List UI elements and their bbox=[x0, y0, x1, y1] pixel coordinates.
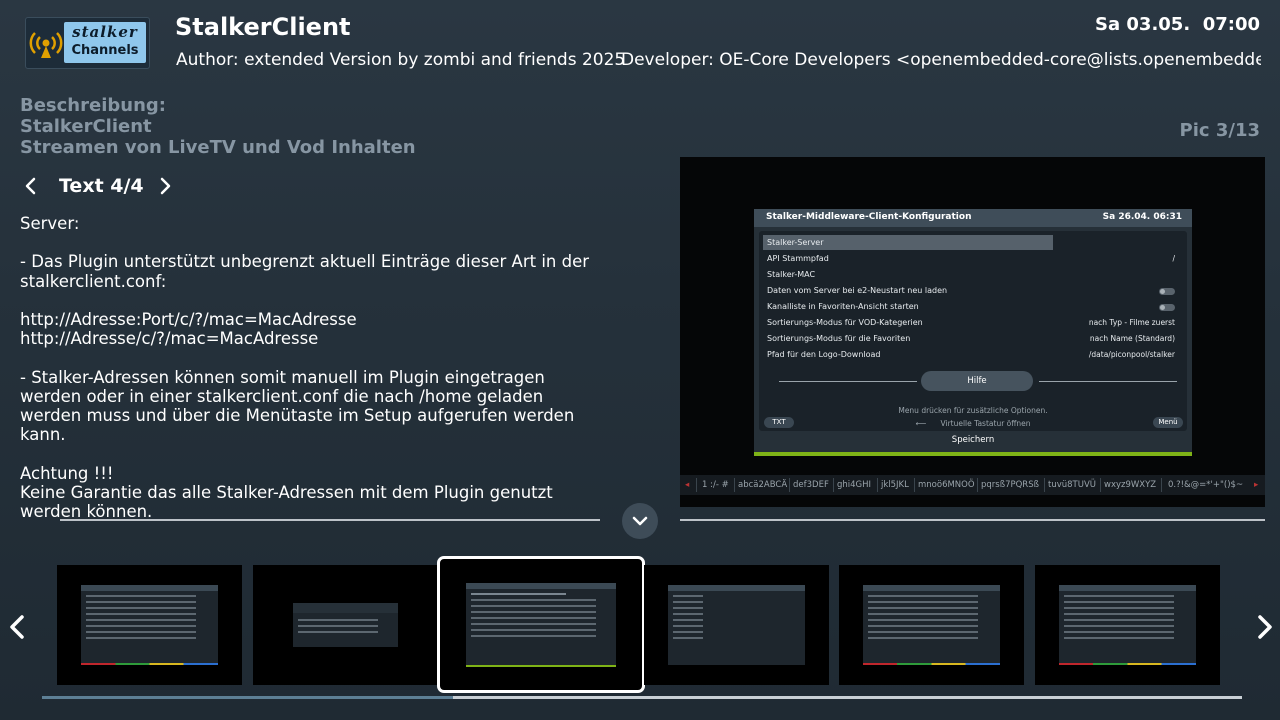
body-paragraph: Keine Garantie das alle Stalker-Adressen… bbox=[20, 482, 553, 521]
author-text: Author: extended Version by zombi and fr… bbox=[176, 50, 626, 70]
chevron-right-icon bbox=[1258, 615, 1272, 639]
description-summary: Streamen von LiveTV und Vod Inhalten bbox=[20, 137, 416, 158]
preview-save-label: Speichern bbox=[951, 435, 995, 445]
screenshot-preview: Stalker-Middleware-Client-Konfiguration … bbox=[680, 157, 1265, 507]
body-paragraph: http://Adresse:Port/c/?/mac=MacAdresse bbox=[20, 309, 357, 329]
keyboard-key: tuvü8TUVÜ bbox=[1048, 480, 1096, 490]
arrow-right-icon: ▸ bbox=[1254, 480, 1259, 490]
thumbnail-3-selected[interactable] bbox=[437, 556, 645, 693]
preview-dialog-title: Stalker-Middleware-Client-Konfiguration bbox=[766, 212, 972, 222]
chevron-left-icon bbox=[25, 177, 36, 195]
next-text-button[interactable] bbox=[154, 174, 176, 198]
description-body: Server: - Das Plugin unterstützt unbegre… bbox=[20, 214, 600, 521]
separator-left bbox=[60, 519, 600, 521]
keyboard-key: 0.?!&@=*'+"()$~ bbox=[1168, 480, 1244, 490]
preview-row-label: Stalker-Server bbox=[767, 238, 824, 247]
preview-row-label: Stalker-MAC bbox=[767, 270, 816, 279]
keyboard-key: jkl5JKL bbox=[881, 480, 909, 490]
chevron-left-icon bbox=[10, 615, 24, 639]
thumbnail-scrollbar-thumb[interactable] bbox=[42, 696, 453, 699]
keyboard-key: ghi4GHI bbox=[837, 480, 872, 490]
preview-menu-button: Menü bbox=[1153, 417, 1183, 428]
next-picture-button[interactable] bbox=[1252, 612, 1276, 642]
chevron-right-icon bbox=[160, 177, 171, 195]
previous-text-button[interactable] bbox=[20, 174, 42, 198]
picture-counter: Pic 3/13 bbox=[1179, 120, 1260, 141]
preview-row-label: Kanalliste in Favoriten-Ansicht starten bbox=[767, 302, 919, 311]
thumbnail-1[interactable] bbox=[57, 565, 242, 685]
antenna-icon bbox=[29, 32, 63, 58]
preview-row-value: nach Typ - Filme zuerst bbox=[1088, 318, 1175, 327]
preview-row-value: nach Name (Standard) bbox=[1089, 334, 1175, 343]
preview-config-dialog: Stalker-Middleware-Client-Konfiguration … bbox=[754, 209, 1192, 456]
preview-toggle bbox=[1159, 304, 1175, 311]
body-paragraph: http://Adresse/c/?/mac=MacAdresse bbox=[20, 329, 319, 349]
arrow-left-icon: ⟵ bbox=[915, 419, 941, 428]
app-logo: stalker Channels bbox=[25, 17, 150, 69]
separator-right bbox=[680, 519, 1265, 521]
preview-hint-keyboard: ⟵ Virtuelle Tastatur öffnen bbox=[915, 419, 1031, 428]
preview-keyboard-strip: ◂ 1 :/- # abcä2ABCÄ def3DEF ghi4GHI jkl5… bbox=[680, 475, 1265, 495]
preview-row-value: / bbox=[1172, 254, 1175, 263]
description-name: StalkerClient bbox=[20, 116, 152, 137]
logo-text-stalker: stalker bbox=[72, 23, 138, 41]
body-paragraph: - Das Plugin unterstützt unbegrenzt aktu… bbox=[20, 252, 590, 291]
arrow-left-icon: ◂ bbox=[685, 480, 690, 490]
keyboard-key: abcä2ABCÄ bbox=[738, 480, 788, 490]
preview-green-bar bbox=[754, 452, 1192, 456]
keyboard-key: pqrsß7PQRSß bbox=[981, 480, 1039, 490]
preview-hint-menu: Menu drücken für zusätzliche Optionen. bbox=[898, 406, 1048, 415]
body-paragraph: Server: bbox=[20, 214, 80, 233]
body-paragraph: Achtung !!! bbox=[20, 463, 114, 483]
expand-button[interactable] bbox=[622, 503, 658, 539]
preview-row-value: /data/piconpool/stalker bbox=[1088, 350, 1175, 359]
plugin-title: StalkerClient bbox=[175, 13, 351, 41]
developer-text: Developer: OE-Core Developers <openembed… bbox=[621, 50, 1261, 70]
preview-help-button: Hilfe bbox=[921, 371, 1033, 391]
preview-row-label: Pfad für den Logo-Download bbox=[767, 350, 881, 359]
text-page-counter: Text 4/4 bbox=[59, 175, 144, 197]
body-paragraph: - Stalker-Adressen können somit manuell … bbox=[20, 367, 575, 445]
preview-row-label: Daten vom Server bei e2-Neustart neu lad… bbox=[767, 286, 948, 295]
preview-toggle bbox=[1159, 288, 1175, 295]
previous-picture-button[interactable] bbox=[6, 612, 30, 642]
chevron-down-icon bbox=[632, 516, 648, 526]
thumbnail-4[interactable] bbox=[644, 565, 829, 685]
clock: Sa 03.05. 07:00 bbox=[1095, 14, 1260, 35]
preview-row-label: API Stammpfad bbox=[767, 254, 829, 263]
thumbnail-2[interactable] bbox=[253, 565, 438, 685]
description-heading: Beschreibung: bbox=[20, 95, 166, 116]
keyboard-key: mnoö6MNOÖ bbox=[918, 480, 975, 490]
keyboard-key: wxyz9WXYZ bbox=[1104, 480, 1157, 490]
logo-text-channels: Channels bbox=[71, 43, 139, 58]
preview-row-label: Sortierungs-Modus für VOD-Kategerien bbox=[767, 318, 923, 327]
keyboard-key: 1 :/- # bbox=[702, 480, 729, 490]
preview-row-label: Sortierungs-Modus für die Favoriten bbox=[767, 334, 911, 343]
thumbnail-5[interactable] bbox=[839, 565, 1024, 685]
thumbnail-6[interactable] bbox=[1035, 565, 1220, 685]
keyboard-key: def3DEF bbox=[793, 480, 829, 490]
preview-dialog-date: Sa 26.04. 06:31 bbox=[1102, 212, 1182, 222]
